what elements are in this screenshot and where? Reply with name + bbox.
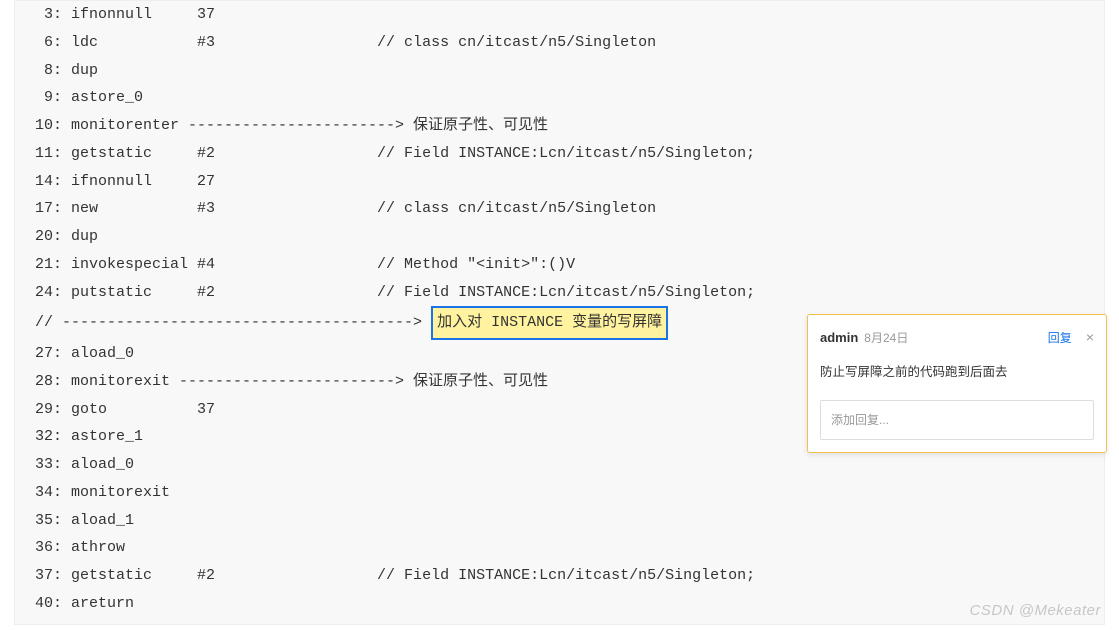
comment-body: 防止写屏障之前的代码跑到后面去 — [808, 357, 1106, 394]
reply-link[interactable]: 回复 — [1048, 327, 1072, 349]
code-line: 14: ifnonnull 27 — [35, 168, 1084, 196]
comment-author: admin — [820, 326, 858, 350]
code-line: 34: monitorexit — [35, 479, 1084, 507]
code-block: 3: ifnonnull 37 6: ldc #3 // class cn/it… — [14, 0, 1105, 625]
code-line: 6: ldc #3 // class cn/itcast/n5/Singleto… — [35, 29, 1084, 57]
code-line: 9: astore_0 — [35, 84, 1084, 112]
code-line: 3: ifnonnull 37 — [35, 1, 1084, 29]
code-line: 10: monitorenter -----------------------… — [35, 112, 1084, 140]
code-line: 8: dup — [35, 57, 1084, 85]
code-line: 20: dup — [35, 223, 1084, 251]
highlight-prefix: // -------------------------------------… — [35, 314, 422, 331]
code-line: 37: getstatic #2 // Field INSTANCE:Lcn/i… — [35, 562, 1084, 590]
comment-header: admin 8月24日 回复 × — [808, 315, 1106, 357]
code-line: 11: getstatic #2 // Field INSTANCE:Lcn/i… — [35, 140, 1084, 168]
code-line: 36: athrow — [35, 534, 1084, 562]
reply-input[interactable]: 添加回复... — [820, 400, 1094, 440]
code-line: 21: invokespecial #4 // Method "<init>":… — [35, 251, 1084, 279]
code-line: 35: aload_1 — [35, 507, 1084, 535]
code-line: 17: new #3 // class cn/itcast/n5/Singlet… — [35, 195, 1084, 223]
code-line: 33: aload_0 — [35, 451, 1084, 479]
code-line: 40: areturn — [35, 590, 1084, 618]
code-line: 24: putstatic #2 // Field INSTANCE:Lcn/i… — [35, 279, 1084, 307]
comment-popup: admin 8月24日 回复 × 防止写屏障之前的代码跑到后面去 添加回复... — [807, 314, 1107, 453]
highlight-box: 加入对 INSTANCE 变量的写屏障 — [431, 306, 668, 340]
close-icon[interactable]: × — [1086, 325, 1094, 351]
comment-date: 8月24日 — [864, 327, 908, 349]
